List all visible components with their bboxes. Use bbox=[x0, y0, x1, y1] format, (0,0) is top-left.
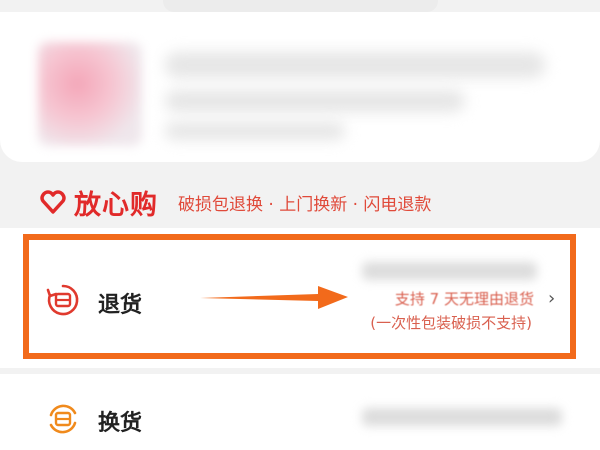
top-pill bbox=[163, 0, 438, 12]
chevron-right-icon[interactable]: › bbox=[548, 288, 555, 309]
return-label: 退货 bbox=[98, 293, 143, 318]
product-title-blur-2 bbox=[165, 90, 465, 112]
heart-shield-icon bbox=[40, 190, 66, 214]
annotation-arrow bbox=[200, 286, 348, 309]
product-title-blur bbox=[165, 52, 545, 78]
return-value-blur bbox=[362, 262, 537, 280]
exchange-value-blur bbox=[362, 408, 562, 426]
return-policy-text: 支持 7 天无理由退货 bbox=[394, 290, 534, 308]
return-policy-note: (一次性包装破损不支持) bbox=[370, 314, 532, 332]
product-card[interactable] bbox=[0, 12, 600, 162]
guarantee-description: 破损包退换 · 上门换新 · 闪电退款 bbox=[178, 194, 432, 215]
product-thumbnail bbox=[38, 42, 142, 146]
brand-title: 放心购 bbox=[74, 189, 158, 221]
return-icon bbox=[46, 284, 79, 316]
guarantee-banner: 放心购 破损包退换 · 上门换新 · 闪电退款 bbox=[40, 182, 431, 222]
exchange-icon bbox=[49, 404, 77, 434]
exchange-label: 换货 bbox=[98, 411, 143, 436]
product-meta-blur bbox=[165, 122, 345, 140]
